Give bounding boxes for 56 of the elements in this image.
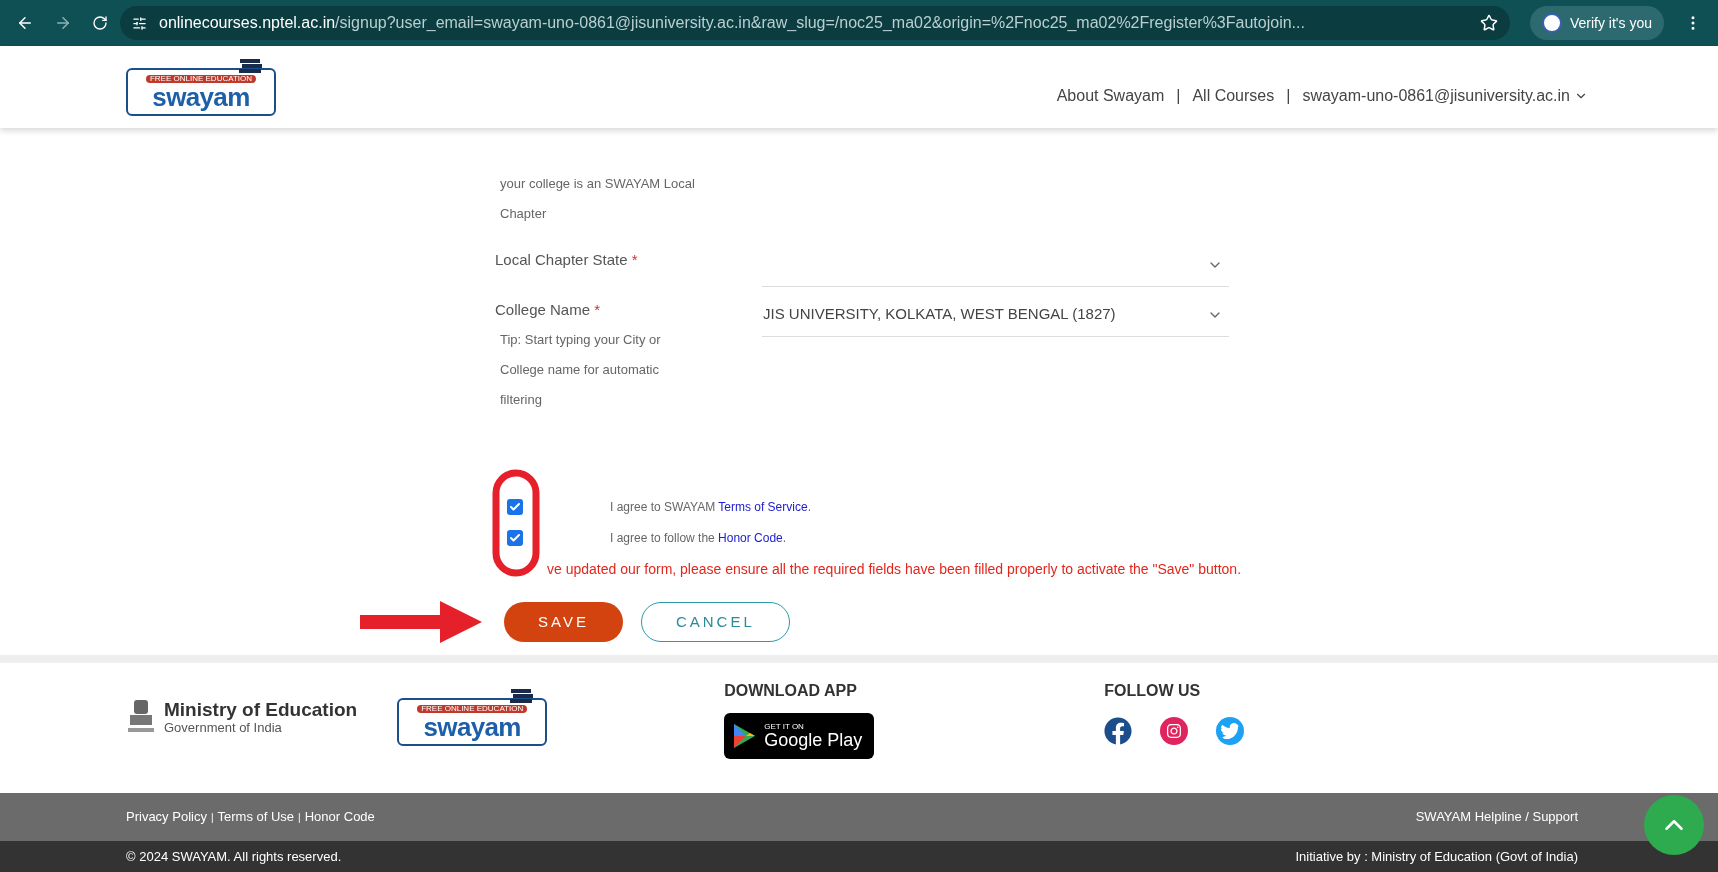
select-field[interactable]: JIS UNIVERSITY, KOLKATA, WEST BENGAL (1827)	[762, 293, 1229, 337]
books-icon	[238, 58, 264, 74]
link-separator: |	[298, 810, 301, 825]
link-separator: |	[210, 810, 214, 825]
agreement-link[interactable]: Honor Code	[718, 531, 783, 545]
logo-wordmark: swayam	[152, 83, 250, 110]
save-button[interactable]: SAVE	[504, 602, 623, 642]
badge-caption: GET IT ON	[764, 723, 805, 731]
address-bar[interactable]: onlinecourses.nptel.ac.in/signup?user_email=swayam-uno-0861@jisuniversity.ac.in&raw_slug=/noc25_ma02&origin=%2Fnoc25_ma02%2Fregister%3Fautojoin...	[120, 6, 1510, 40]
books-icon	[509, 688, 536, 704]
reload-icon[interactable]	[92, 15, 108, 31]
back-icon[interactable]	[16, 14, 34, 32]
logo-tagline: FREE ONLINE EDUCATION	[417, 704, 528, 713]
footer-link[interactable]: Terms of Use	[217, 807, 295, 827]
follow-heading: FOLLOW US	[1104, 681, 1202, 701]
field-tip: Tip: Start typing your City or College name for automatic filtering	[500, 331, 662, 409]
play-icon	[732, 723, 757, 749]
initiative-text: Initiative by : Ministry of Education (Govt of India)	[1295, 847, 1578, 866]
badge-title: Google Play	[764, 731, 863, 749]
url-text: onlinecourses.nptel.ac.in/signup?user_email=swayam-uno-0861@jisuniversity.ac.in&raw_slug=/noc25_ma02&origin=%2Fnoc25_ma02%2Fregister%3Fautojoin...	[159, 13, 1305, 33]
instagram-icon[interactable]	[1160, 717, 1189, 745]
facebook-icon[interactable]	[1104, 717, 1133, 745]
copyright-text: © 2024 SWAYAM. All rights reserved.	[126, 847, 342, 866]
agreement-link[interactable]: Terms of Service	[718, 500, 808, 514]
logo-wordmark: swayam	[423, 713, 521, 740]
forward-icon[interactable]	[54, 14, 72, 32]
nav-link[interactable]: All Courses	[1192, 84, 1275, 108]
logo-tagline: FREE ONLINE EDUCATION	[145, 74, 257, 83]
form-notice: ve updated our form, please ensure all the required fields have been filled properly to activate the "Save" button.	[547, 559, 1242, 579]
ministry-subtitle: Government of India	[164, 721, 283, 735]
nav-separator: |	[1175, 86, 1182, 106]
chapter-note: your college is an SWAYAM Local Chapter	[500, 175, 696, 223]
field-label: College Name *	[495, 300, 602, 320]
check-icon	[509, 501, 521, 513]
agreement-checkbox[interactable]	[507, 530, 523, 546]
download-heading: DOWNLOAD APP	[724, 681, 858, 701]
footer-link[interactable]: Privacy Policy	[126, 807, 207, 827]
profile-button[interactable]: Verify it's you	[1529, 6, 1664, 40]
support-link[interactable]: SWAYAM Helpline / Support	[1415, 807, 1578, 827]
bookmark-star-icon[interactable]	[1479, 14, 1498, 32]
avatar-icon	[1541, 13, 1562, 33]
field-label: Local Chapter State *	[495, 250, 639, 270]
site-settings-icon[interactable]	[132, 15, 147, 31]
nav-link[interactable]: swayam-uno-0861@jisuniversity.ac.in	[1302, 84, 1588, 108]
ministry-title: Ministry of Education	[164, 699, 358, 721]
agreement-text: I agree to SWAYAM Terms of Service.	[610, 499, 811, 516]
nav-separator: |	[1285, 86, 1292, 106]
footer-link[interactable]: Honor Code	[304, 807, 375, 827]
cancel-button[interactable]: CANCEL	[640, 602, 790, 642]
google-play-badge[interactable]: GET IT ON Google Play	[724, 713, 875, 759]
nav-link[interactable]: About Swayam	[1056, 84, 1165, 108]
agreement-checkbox[interactable]	[507, 499, 523, 515]
twitter-icon[interactable]	[1216, 717, 1245, 745]
select-value: JIS UNIVERSITY, KOLKATA, WEST BENGAL (1827)	[763, 304, 1116, 325]
agreement-text: I agree to follow the Honor Code.	[610, 530, 787, 547]
check-icon	[509, 532, 521, 544]
